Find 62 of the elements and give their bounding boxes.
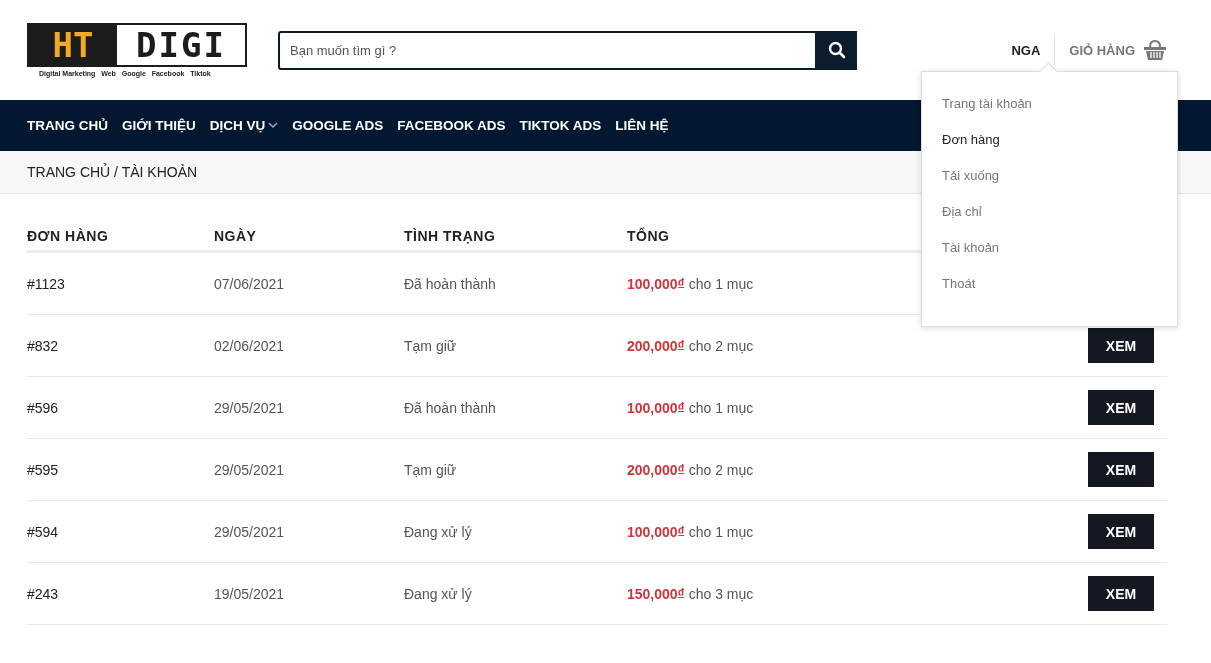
order-status: Tạm giữ	[404, 461, 457, 478]
order-date: 29/05/2021	[214, 399, 285, 416]
view-button[interactable]: XEM	[1088, 390, 1154, 425]
logo-text: HT	[51, 25, 95, 65]
nav-link[interactable]: TRANG CHỦ	[27, 118, 108, 133]
order-status: Tạm giữ	[404, 337, 457, 354]
order-amount: 200,000₫	[627, 461, 685, 478]
order-status: Đã hoàn thành	[404, 399, 496, 416]
view-button[interactable]: XEM	[1088, 328, 1154, 363]
nav-link[interactable]: DỊCH VỤ	[209, 118, 279, 133]
order-date: 07/06/2021	[214, 275, 285, 292]
order-status: Đang xử lý	[404, 523, 472, 540]
order-number: #594	[27, 523, 59, 540]
logo-text: DIGI	[117, 25, 245, 65]
column-header: NGÀY	[214, 228, 257, 244]
view-button[interactable]: XEM	[1088, 452, 1154, 487]
basket-icon[interactable]	[1143, 39, 1167, 61]
column-header: TỔNG	[627, 228, 670, 244]
column-header: ĐƠN HÀNG	[27, 228, 109, 244]
order-amount: 200,000₫	[627, 337, 685, 354]
nav-link[interactable]: FACEBOOK ADS	[397, 118, 506, 133]
menu-item[interactable]: Tài khoản	[942, 238, 1157, 257]
menu-item[interactable]: Thoát	[942, 274, 1157, 293]
nav-link[interactable]: GIỚI THIỆU	[122, 118, 196, 133]
order-number: #596	[27, 399, 59, 416]
item-count: cho 1 mục	[688, 523, 754, 540]
item-count: cho 2 mục	[688, 461, 754, 478]
order-date: 29/05/2021	[214, 523, 285, 540]
order-amount: 150,000₫	[627, 585, 685, 602]
cart-link[interactable]: GIỎ HÀNG	[1069, 42, 1135, 58]
search-icon	[828, 41, 846, 59]
item-count: cho 1 mục	[688, 275, 754, 292]
search-field[interactable]: Bạn muốn tìm gì ?	[278, 30, 817, 70]
order-status: Đã hoàn thành	[404, 275, 496, 292]
order-date: 29/05/2021	[214, 461, 285, 478]
order-number: #595	[27, 461, 59, 478]
search-button[interactable]	[817, 30, 857, 70]
order-amount: 100,000₫	[627, 523, 685, 540]
view-button[interactable]: XEM	[1088, 576, 1154, 611]
order-date: 02/06/2021	[214, 337, 285, 354]
menu-item[interactable]: Địa chỉ	[942, 202, 1157, 221]
order-number: #243	[27, 585, 59, 602]
nav-link[interactable]: GOOGLE ADS	[292, 118, 384, 133]
order-number: #1123	[27, 275, 65, 292]
nav-link[interactable]: TIKTOK ADS	[519, 118, 602, 133]
order-date: 19/05/2021	[214, 585, 285, 602]
item-count: cho 2 mục	[688, 337, 754, 354]
menu-item[interactable]: Trang tài khoản	[942, 94, 1157, 113]
order-status: Đang xử lý	[404, 585, 472, 602]
order-amount: 100,000₫	[627, 275, 685, 292]
menu-item[interactable]: Đơn hàng	[942, 130, 1157, 149]
item-count: cho 1 mục	[688, 399, 754, 416]
breadcrumb: TRANG CHỦ / TÀI KHOẢN	[27, 164, 198, 180]
order-number: #832	[27, 337, 59, 354]
account-link[interactable]: NGA	[1011, 42, 1041, 58]
item-count: cho 3 mục	[688, 585, 754, 602]
chevron-down-icon	[268, 122, 279, 129]
view-button[interactable]: XEM	[1088, 514, 1154, 549]
column-header: TÌNH TRẠNG	[404, 228, 496, 244]
menu-item[interactable]: Tải xuống	[942, 166, 1157, 185]
order-amount: 100,000₫	[627, 399, 685, 416]
nav-link[interactable]: LIÊN HỆ	[615, 118, 669, 133]
